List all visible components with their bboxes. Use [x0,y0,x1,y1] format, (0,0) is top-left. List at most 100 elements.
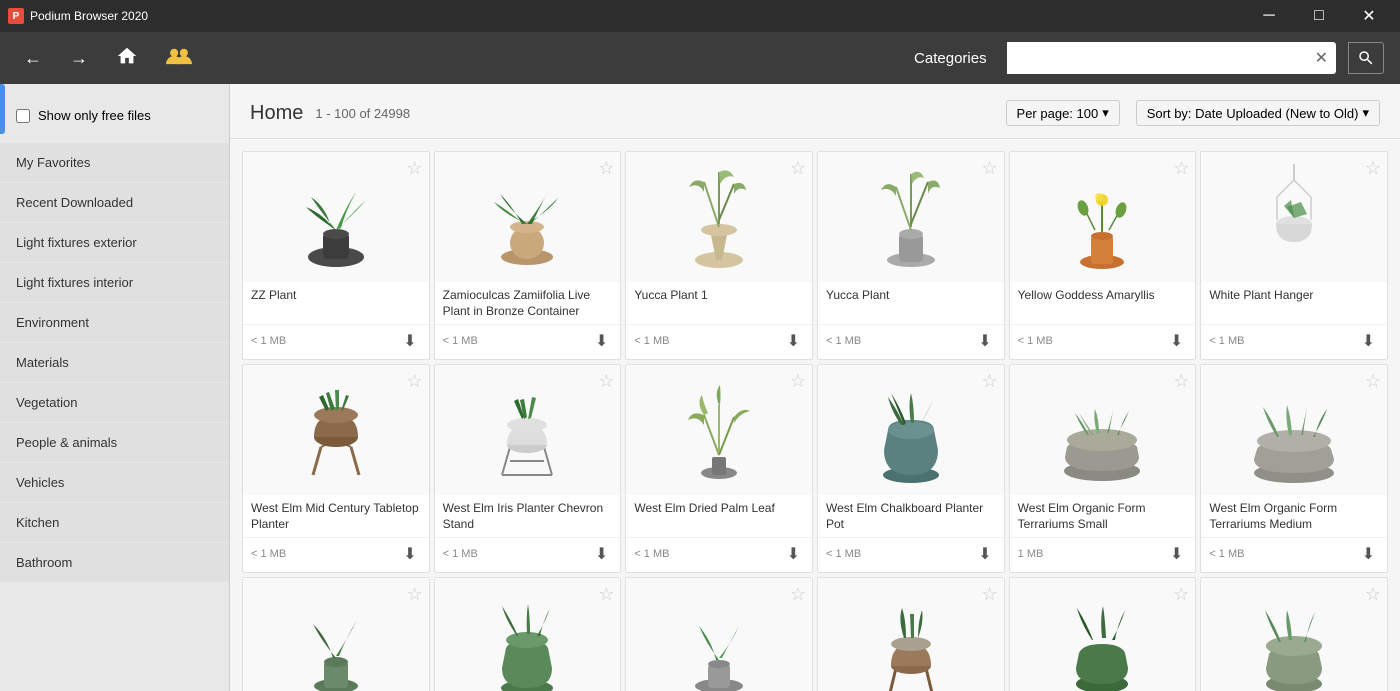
item-card[interactable]: ☆ Yellow Goddess Amaryllis < 1 MB⬇ [1009,151,1197,360]
item-card[interactable]: ☆ West Elm Organic Form Terrariums Mediu… [1200,364,1388,573]
item-thumbnail: ☆ [1201,365,1387,495]
item-thumbnail: ☆ [243,152,429,282]
sidebar-item-recent-downloaded[interactable]: Recent Downloaded [0,183,229,222]
sidebar-item-vegetation[interactable]: Vegetation [0,383,229,422]
back-button[interactable]: ← [16,44,50,73]
search-clear-button[interactable]: ✕ [1307,48,1336,68]
maximize-button[interactable]: □ [1296,0,1342,32]
download-button[interactable]: ⬇ [399,542,420,566]
favorite-button[interactable]: ☆ [1365,371,1381,392]
favorite-button[interactable]: ☆ [407,584,423,605]
favorite-button[interactable]: ☆ [598,158,614,179]
sort-button[interactable]: Sort by: Date Uploaded (New to Old) ▾ [1136,100,1380,126]
item-thumbnail: ☆ [818,578,1004,691]
content-area: Home 1 - 100 of 24998 Per page: 100 ▾ So… [230,84,1400,691]
user-button[interactable] [158,41,200,76]
item-size: < 1 MB [251,548,286,560]
download-button[interactable]: ⬇ [1358,329,1379,353]
item-name: West Elm Organic Form Terrariums Small [1018,501,1188,533]
categories-label: Categories [914,50,987,67]
item-card[interactable]: ☆ ZZ Plant < 1 MB ⬇ [242,151,430,360]
item-size: < 1 MB [1209,335,1244,347]
item-thumbnail: ☆ [243,365,429,495]
item-card[interactable]: ☆ Zamioculcas Zamiifolia Live Plant in B… [434,151,622,360]
favorite-button[interactable]: ☆ [790,371,806,392]
search-button[interactable] [1348,42,1384,74]
item-card[interactable]: ☆ Yucca Plant 1 < 1 MB⬇ [625,151,813,360]
download-button[interactable]: ⬇ [974,542,995,566]
item-card[interactable]: ☆ < 1 MB⬇ [817,577,1005,691]
download-button[interactable]: ⬇ [974,329,995,353]
item-size: < 1 MB [251,335,286,347]
item-thumbnail: ☆ [626,152,812,282]
favorite-button[interactable]: ☆ [598,584,614,605]
sidebar-item-materials[interactable]: Materials [0,343,229,382]
favorite-button[interactable]: ☆ [598,371,614,392]
item-size: < 1 MB [1209,548,1244,560]
favorite-button[interactable]: ☆ [790,158,806,179]
sidebar-item-vehicles[interactable]: Vehicles [0,463,229,502]
download-button[interactable]: ⬇ [783,329,804,353]
home-button[interactable] [108,41,146,76]
minimize-button[interactable]: ─ [1246,0,1292,32]
download-button[interactable]: ⬇ [1166,542,1187,566]
sidebar-item-light-fixtures-exterior[interactable]: Light fixtures exterior [0,223,229,262]
page-range: 1 - 100 of 24998 [315,106,410,121]
scroll-indicator [0,84,5,134]
item-card[interactable]: ☆ Yucca Plant < 1 MB⬇ [817,151,1005,360]
forward-button[interactable]: → [62,44,96,73]
item-name: Yellow Goddess Amaryllis [1018,288,1188,320]
download-button[interactable]: ⬇ [399,329,420,353]
favorite-button[interactable]: ☆ [1173,371,1189,392]
free-files-toggle[interactable]: Show only free files [0,92,229,139]
free-files-checkbox[interactable] [16,109,30,123]
item-thumbnail: ☆ [1010,578,1196,691]
favorite-button[interactable]: ☆ [1365,158,1381,179]
favorite-button[interactable]: ☆ [407,371,423,392]
item-size: < 1 MB [443,335,478,347]
favorite-button[interactable]: ☆ [982,158,998,179]
item-name: White Plant Hanger [1209,288,1379,320]
item-card[interactable]: ☆ < 1 MB⬇ [625,577,813,691]
sidebar-item-kitchen[interactable]: Kitchen [0,503,229,542]
favorite-button[interactable]: ☆ [790,584,806,605]
item-size: < 1 MB [443,548,478,560]
favorite-button[interactable]: ☆ [1365,584,1381,605]
favorite-button[interactable]: ☆ [1173,584,1189,605]
sidebar-item-my-favorites[interactable]: My Favorites [0,143,229,182]
close-button[interactable]: ✕ [1346,0,1392,32]
item-card[interactable]: ☆ West Elm Mid Century Tabletop Planter … [242,364,430,573]
item-card[interactable]: ☆ West Elm Iris Planter Chevron Stand < … [434,364,622,573]
item-card[interactable]: ☆ West Elm Dried Palm Leaf < 1 MB⬇ [625,364,813,573]
item-name: Yucca Plant 1 [634,288,804,320]
favorite-button[interactable]: ☆ [1173,158,1189,179]
sidebar-item-people-animals[interactable]: People & animals [0,423,229,462]
item-card[interactable]: ☆ < 1 MB⬇ [242,577,430,691]
item-card[interactable]: ☆ White Plant Hanger < 1 MB ⬇ [1200,151,1388,360]
favorite-button[interactable]: ☆ [407,158,423,179]
favorite-button[interactable]: ☆ [982,371,998,392]
download-button[interactable]: ⬇ [591,329,612,353]
page-title: Home [250,102,303,125]
item-card[interactable]: ☆ < 1 MB⬇ [1009,577,1197,691]
per-page-button[interactable]: Per page: 100 ▾ [1006,100,1120,126]
sidebar-item-environment[interactable]: Environment [0,303,229,342]
download-button[interactable]: ⬇ [1166,329,1187,353]
item-thumbnail: ☆ [243,578,429,691]
item-thumbnail: ☆ [1010,152,1196,282]
item-name: ZZ Plant [251,288,421,320]
item-card[interactable]: ☆ West Elm Organic Form Terrariums Small… [1009,364,1197,573]
download-button[interactable]: ⬇ [783,542,804,566]
search-input[interactable] [1007,42,1307,74]
download-button[interactable]: ⬇ [1358,542,1379,566]
sidebar-item-light-fixtures-interior[interactable]: Light fixtures interior [0,263,229,302]
item-card[interactable]: ☆ West Elm Chalkboard Planter Pot < 1 MB… [817,364,1005,573]
sidebar-item-bathroom[interactable]: Bathroom [0,543,229,582]
item-thumbnail: ☆ [626,578,812,691]
item-thumbnail: ☆ [626,365,812,495]
item-card[interactable]: ☆ < 1 MB⬇ [434,577,622,691]
download-button[interactable]: ⬇ [591,542,612,566]
item-name: Zamioculcas Zamiifolia Live Plant in Bro… [443,288,613,320]
favorite-button[interactable]: ☆ [982,584,998,605]
item-card[interactable]: ☆ < 1 MB⬇ [1200,577,1388,691]
